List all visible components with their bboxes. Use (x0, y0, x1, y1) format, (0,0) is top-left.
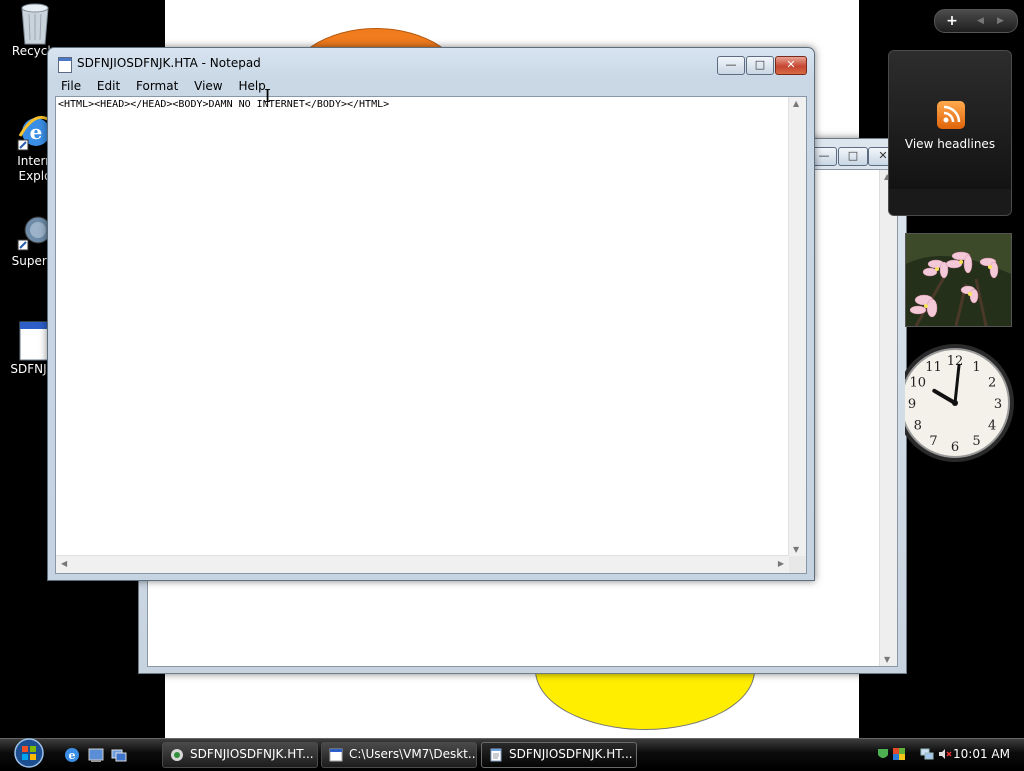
analog-clock-icon: 1234567891011 12 (896, 344, 1014, 462)
view-headlines-link[interactable]: View headlines (889, 137, 1011, 151)
clock-numeral: 12 (947, 354, 964, 369)
menu-view[interactable]: View (188, 76, 228, 96)
window-title: SDFNJIOSDFNJK.HTA - Notepad (77, 56, 261, 70)
menu-edit[interactable]: Edit (91, 76, 126, 96)
slideshow-gadget[interactable] (905, 233, 1012, 327)
text-editor[interactable]: <HTML><HEAD></HEAD><BODY>DAMN NO INTERNE… (55, 96, 807, 574)
menu-format[interactable]: Format (130, 76, 184, 96)
vertical-scrollbar[interactable]: ▲ ▼ (879, 170, 897, 666)
explorer-window-icon (329, 747, 343, 762)
flower-photo-icon (906, 234, 1011, 326)
feed-headlines-gadget[interactable]: View headlines (888, 50, 1012, 216)
menu-bar: File Edit Format View Help (55, 76, 807, 96)
text-cursor-icon: I (264, 86, 272, 107)
clock-numeral: 5 (972, 434, 980, 449)
title-bar[interactable]: SDFNJIOSDFNJK.HTA - Notepad — □ ✕ (48, 48, 814, 78)
rss-icon (937, 101, 965, 129)
clock-gadget[interactable]: 1 2 3 4 5 6 7 8 9 10 11 12 (896, 343, 1014, 463)
svg-text:e: e (30, 120, 43, 144)
scroll-left-arrow-icon[interactable]: ◀ (61, 559, 67, 568)
clock-numeral: 4 (988, 419, 996, 434)
maximize-button[interactable]: □ (838, 147, 868, 166)
size-grip[interactable] (789, 556, 806, 573)
taskbar-button-label: C:\Users\VM7\Deskt... (349, 747, 477, 761)
clock-numeral: 9 (908, 397, 916, 412)
recycle-bin-icon (16, 2, 54, 45)
clock-numeral: 3 (994, 397, 1002, 412)
volume-muted-icon[interactable] (938, 747, 952, 761)
scroll-up-arrow-icon[interactable]: ▲ (793, 99, 799, 108)
menu-file[interactable]: File (55, 76, 87, 96)
sidebar-next-icon[interactable]: ▶ (997, 10, 1004, 32)
maximize-button[interactable]: □ (746, 56, 774, 75)
clock-numeral: 11 (925, 360, 942, 375)
windows-logo-icon (14, 738, 44, 768)
add-gadget-button[interactable]: + (942, 10, 962, 32)
vertical-scrollbar[interactable]: ▲ ▼ (788, 97, 806, 556)
clock-numeral: 2 (988, 376, 996, 391)
clock-numeral: 7 (929, 434, 937, 449)
feed-gadget-footer (889, 189, 1011, 215)
taskbar-button-label: SDFNJIOSDFNJK.HT... (509, 747, 633, 761)
system-tray: 10:01 AM (870, 742, 1022, 766)
taskbar-button-notepad[interactable]: SDFNJIOSDFNJK.HT... (481, 742, 637, 768)
close-button[interactable]: ✕ (775, 56, 807, 75)
scroll-right-arrow-icon[interactable]: ▶ (778, 559, 784, 568)
clock-numeral: 10 (910, 376, 927, 391)
show-desktop-icon[interactable] (88, 747, 104, 763)
clock-numeral: 1 (972, 360, 980, 375)
taskbar-clock[interactable]: 10:01 AM (953, 742, 1010, 766)
windows-update-icon[interactable] (892, 747, 906, 761)
notepad-icon (58, 57, 72, 73)
internet-explorer-quicklaunch-icon[interactable]: e (64, 747, 80, 763)
horizontal-scrollbar[interactable]: ◀ ▶ (56, 555, 789, 573)
svg-text:e: e (69, 749, 76, 762)
switch-windows-icon[interactable] (111, 747, 127, 763)
clock-numeral: 6 (951, 440, 959, 455)
scroll-down-arrow-icon[interactable]: ▼ (884, 655, 890, 664)
notepad-app-icon (489, 747, 503, 762)
minimize-button[interactable]: — (717, 56, 745, 75)
editor-text[interactable]: <HTML><HEAD></HEAD><BODY>DAMN NO INTERNE… (58, 98, 788, 555)
sidebar-prev-icon[interactable]: ◀ (977, 10, 984, 32)
sidebar-controls: + ◀ ▶ (934, 9, 1018, 33)
hta-app-icon (170, 747, 184, 761)
scroll-down-arrow-icon[interactable]: ▼ (793, 545, 799, 554)
network-icon[interactable] (920, 747, 934, 761)
clock-numeral: 8 (914, 419, 922, 434)
taskbar-button-explorer[interactable]: C:\Users\VM7\Deskt... (321, 742, 477, 768)
security-shield-icon[interactable] (876, 747, 890, 761)
taskbar-button-hta[interactable]: SDFNJIOSDFNJK.HT... (162, 742, 318, 768)
taskbar-button-label: SDFNJIOSDFNJK.HT... (190, 747, 314, 761)
start-button[interactable] (9, 738, 49, 768)
notepad-window[interactable]: SDFNJIOSDFNJK.HTA - Notepad — □ ✕ File E… (47, 47, 815, 581)
taskbar: e SDFNJIOSDFNJK.HT... C:\Users\VM7\Deskt… (0, 738, 1024, 769)
